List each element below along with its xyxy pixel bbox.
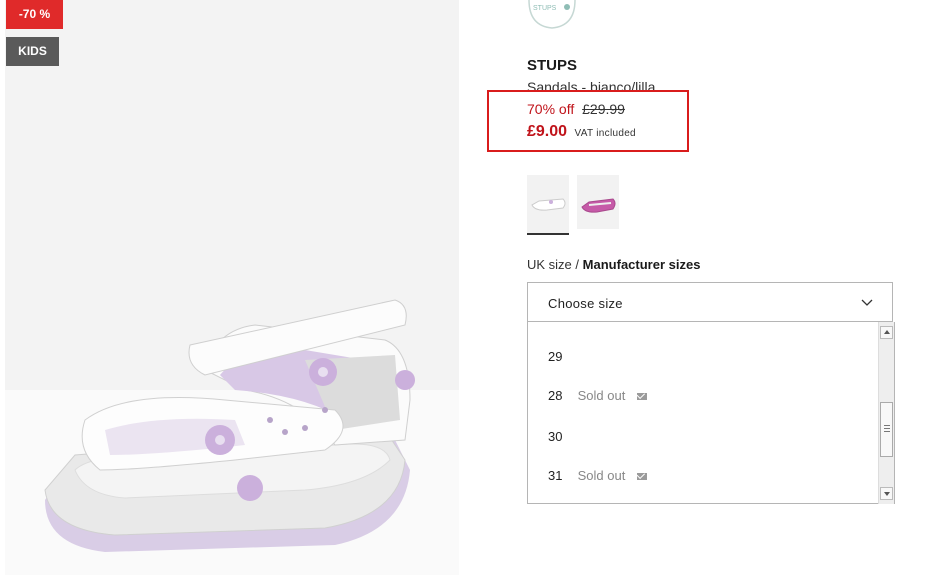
- size-list-scrollbar[interactable]: [878, 322, 894, 504]
- size-dropdown-placeholder: Choose size: [548, 296, 623, 311]
- sandal-illustration: [44, 299, 415, 552]
- brand-logo[interactable]: STUPS: [527, 0, 577, 30]
- grip-line: [884, 431, 890, 432]
- color-thumbnail-white[interactable]: [527, 175, 569, 235]
- chevron-down-icon: [861, 299, 873, 306]
- size-value: 28: [548, 388, 563, 403]
- size-value: 31: [548, 468, 563, 483]
- scroll-up-button[interactable]: [880, 326, 893, 339]
- size-label: UK size / Manufacturer sizes: [527, 257, 700, 272]
- scroll-down-button[interactable]: [880, 487, 893, 500]
- discount-badge: -70 %: [6, 0, 63, 29]
- grip-line: [884, 425, 890, 426]
- scroll-thumb[interactable]: [880, 402, 893, 457]
- scroll-down-arrow-icon: [884, 492, 890, 496]
- size-option[interactable]: 31 Sold out: [548, 468, 647, 483]
- mail-notify-icon[interactable]: [636, 473, 647, 481]
- size-option[interactable]: 29: [548, 349, 574, 364]
- brand-logo-text: STUPS: [533, 5, 557, 12]
- size-value: 29: [548, 349, 563, 364]
- price-highlight-box: [487, 90, 689, 152]
- scroll-up-arrow-icon: [884, 330, 890, 334]
- product-image[interactable]: -70 % KIDS: [5, 0, 459, 575]
- sold-out-label: Sold out: [577, 468, 626, 483]
- size-label-separator: /: [575, 257, 580, 272]
- size-option[interactable]: 28 Sold out: [548, 388, 647, 403]
- size-label-uk: UK size: [527, 257, 572, 272]
- brand-name[interactable]: STUPS: [527, 57, 577, 74]
- mail-notify-icon[interactable]: [636, 393, 647, 401]
- size-value: 30: [548, 429, 563, 444]
- sold-out-label: Sold out: [577, 388, 626, 403]
- white-sandal-thumb: [531, 198, 566, 211]
- size-dropdown[interactable]: Choose size: [527, 282, 893, 322]
- size-label-manufacturer[interactable]: Manufacturer sizes: [583, 257, 701, 272]
- grip-line: [884, 428, 890, 429]
- category-badge: KIDS: [6, 37, 59, 66]
- size-options-list[interactable]: 29 28 Sold out 30 31 Sold out: [527, 322, 895, 504]
- color-thumbnail-pink[interactable]: [577, 175, 619, 229]
- pink-sandal-thumb: [581, 198, 616, 213]
- size-option[interactable]: 30: [548, 429, 574, 444]
